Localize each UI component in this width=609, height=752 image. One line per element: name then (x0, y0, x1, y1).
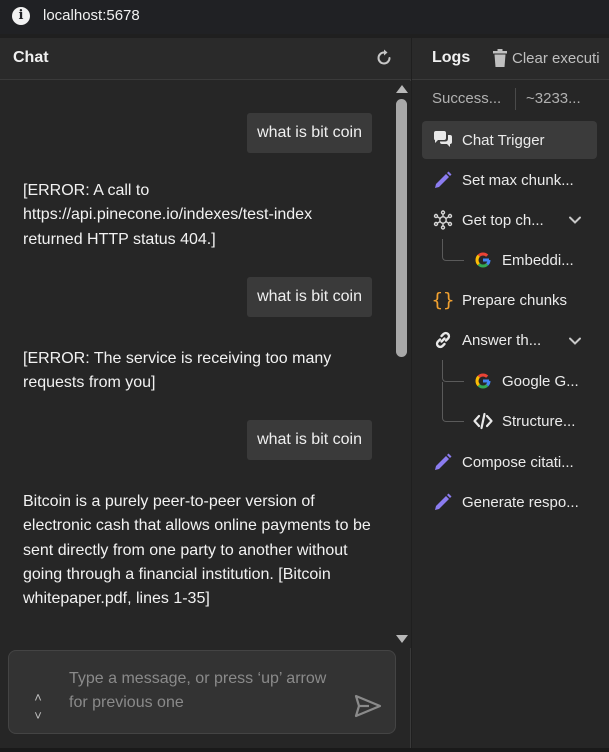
tree-connector (442, 382, 464, 422)
pencil-icon (432, 169, 454, 191)
scroll-thumb[interactable] (396, 99, 407, 357)
chevron-down-icon[interactable] (568, 334, 582, 348)
history-up-icon[interactable]: ˄ (31, 689, 45, 707)
history-arrows[interactable]: ˄ ˅ (31, 689, 45, 729)
google-icon (472, 249, 494, 271)
code-tag-icon (472, 410, 494, 432)
user-message: what is bit coin (247, 277, 372, 317)
message-input-box[interactable]: ˄ ˅ (8, 650, 396, 734)
taskbar-edge (0, 748, 609, 752)
info-icon[interactable]: i (12, 7, 30, 25)
chat-panel: Chat what is bit coin [ERROR: A call to … (0, 38, 411, 752)
bot-message: [ERROR: The service is receiving too man… (23, 350, 332, 392)
user-message: what is bit coin (247, 113, 372, 153)
summary-divider (515, 88, 516, 110)
chat-bubbles-icon (432, 129, 454, 151)
chat-scrollbar[interactable] (392, 81, 411, 648)
link-chain-icon (432, 329, 454, 351)
log-item-label: Generate respo... (462, 493, 579, 511)
pencil-icon (432, 451, 454, 473)
reset-icon[interactable] (374, 48, 394, 68)
logs-panel: Logs Clear executi Success... ~3233... C… (412, 38, 609, 752)
log-item-label: Compose citati... (462, 453, 574, 471)
google-icon (472, 370, 494, 392)
logs-title: Logs (432, 49, 471, 66)
send-icon[interactable] (353, 693, 383, 719)
log-item-label: Structure... (502, 412, 576, 430)
message-input[interactable] (69, 667, 349, 719)
bot-message: Bitcoin is a purely peer-to-peer version… (23, 493, 371, 608)
scroll-up-arrow-icon[interactable] (396, 85, 408, 93)
vector-store-icon (432, 209, 454, 231)
trash-icon[interactable] (492, 49, 508, 67)
run-duration: ~3233... (526, 90, 581, 107)
log-item-label: Get top ch... (462, 211, 544, 229)
scroll-down-arrow-icon[interactable] (396, 635, 408, 643)
url-text[interactable]: localhost:5678 (43, 7, 140, 24)
bot-message: [ERROR: A call to https://api.pinecone.i… (23, 182, 313, 248)
logs-header: Logs Clear executi (412, 38, 609, 80)
chat-title: Chat (13, 49, 49, 66)
log-item-chat-trigger[interactable]: Chat Trigger (422, 121, 597, 159)
chevron-down-icon[interactable] (568, 213, 582, 227)
log-item-get-top-chunks[interactable]: Get top ch... (432, 201, 609, 239)
chat-header: Chat (0, 38, 411, 80)
user-message: what is bit coin (247, 420, 372, 460)
tree-connector (442, 360, 464, 382)
log-item-embeddings[interactable]: Embeddi... (472, 241, 609, 279)
log-item-label: Chat Trigger (462, 131, 545, 149)
clear-execution-button[interactable]: Clear executi (512, 50, 600, 67)
log-item-label: Answer th... (462, 331, 542, 349)
log-item-label: Prepare chunks (462, 291, 568, 309)
run-status: Success... (432, 90, 502, 107)
log-item-prepare-chunks[interactable]: {} Prepare chunks (432, 281, 609, 319)
log-item-label: Set max chunk... (462, 171, 574, 189)
log-item-generate-response[interactable]: Generate respo... (432, 483, 609, 521)
tree-connector (442, 239, 464, 261)
browser-url-bar[interactable]: i localhost:5678 (0, 0, 609, 34)
history-down-icon[interactable]: ˅ (31, 707, 45, 725)
log-item-label: Embeddi... (502, 251, 574, 269)
pencil-icon (432, 491, 454, 513)
log-item-set-max-chunks[interactable]: Set max chunk... (432, 161, 609, 199)
code-braces-icon: {} (431, 289, 455, 311)
log-item-compose-citations[interactable]: Compose citati... (432, 443, 609, 481)
log-item-google-gemini[interactable]: Google G... (472, 362, 609, 400)
log-item-answer-the-query[interactable]: Answer th... (432, 321, 609, 359)
log-item-label: Google G... (502, 372, 579, 390)
message-list: what is bit coin [ERROR: A call to https… (0, 81, 392, 648)
log-item-structured-output[interactable]: Structure... (472, 402, 609, 440)
